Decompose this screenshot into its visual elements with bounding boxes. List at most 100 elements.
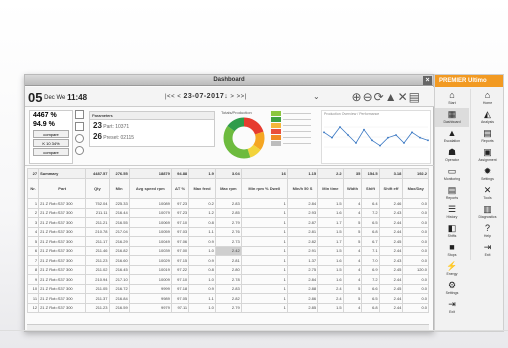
column-header[interactable]: Min: [108, 178, 130, 199]
table-row[interactable]: 11 21 Z Rot=S37 300 211.37 216.84 9989 97.05 1…: [26, 293, 429, 304]
table-cell: 2.85: [214, 207, 242, 218]
table-row[interactable]: 5 21 Z Rot=S37 300 211.17 216.29 10049 97.06 0…: [26, 236, 429, 247]
chevron-down-icon[interactable]: ⌄: [313, 92, 320, 101]
column-header[interactable]: Max feed: [188, 178, 216, 199]
table-row[interactable]: 3 21 Z Rot=S37 300 211.21 216.55 10069 97.10 0…: [26, 217, 429, 228]
table-cell: 21 Z Rot=S37 300: [38, 274, 87, 285]
panel-left-item[interactable]: ☰ History: [435, 203, 469, 222]
floor-line: [0, 330, 508, 331]
close-icon[interactable]: ×: [423, 76, 432, 85]
table-cell: 21 Z Rot=S37 300: [38, 236, 87, 247]
table-cell: 2.44: [378, 245, 404, 256]
panel-right-item[interactable]: ✕ Tools: [471, 184, 504, 203]
panel-left-item[interactable]: ⌂ Start: [435, 89, 469, 108]
panel-right-item[interactable]: ⇥ Exit: [471, 241, 504, 260]
panel-left-item[interactable]: ⇥ Exit: [435, 298, 469, 317]
series-point: [323, 131, 325, 134]
panel-left-item[interactable]: ▲ Escalation: [435, 127, 469, 146]
table-cell: 21 Z Rot=S37 300: [38, 293, 87, 304]
panel-right-item[interactable]: ▤ Reports: [471, 127, 504, 146]
column-header[interactable]: Min rpm % Dwell: [240, 178, 288, 199]
panel-right-label: Analysis: [480, 120, 495, 124]
panel-right-label: Diagnostics: [478, 215, 497, 219]
summary-cell: 2.2: [317, 168, 344, 179]
column-header[interactable]: Avg speed rpm: [128, 178, 172, 199]
table-row[interactable]: 1 21 Z Rot=S37 300 752.04 225.33 10089 97.23 0…: [26, 198, 429, 209]
series-point: [347, 134, 349, 136]
first-page-button[interactable]: |<<: [165, 94, 175, 100]
column-header[interactable]: Max rpm: [214, 178, 242, 199]
panel-right-item[interactable]: ▥ Diagnostics: [471, 203, 504, 222]
table-cell: 5: [342, 226, 363, 237]
panel-right-item[interactable]: ◭ Analysis: [471, 108, 504, 127]
panel-left-item[interactable]: ⚙ Settings: [435, 279, 469, 298]
table-row[interactable]: 9 21 Z Rot=S37 300 210.94 217.10 10009 97.10 1…: [26, 274, 429, 285]
right-side-panel: PREMIER Ultimo ⌂ Start ▦ Dashboard ▲ Escalati…: [434, 74, 504, 332]
table-row[interactable]: 12 21 Z Rot=S37 300 211.23 216.59 9979 97.11 1…: [26, 302, 429, 313]
table-row[interactable]: 6 21 Z Rot=S37 300 211.46 216.82 10039 97.00 1…: [26, 245, 429, 256]
table-cell: 4: [342, 255, 363, 266]
table-cell: 1: [240, 236, 288, 247]
summary-cell: 1.15: [286, 168, 319, 179]
stop-icon: ■: [449, 242, 455, 252]
table-cell: 0.0: [402, 207, 429, 218]
table-cell: 1.6: [317, 274, 344, 285]
column-header[interactable]: Part: [38, 178, 87, 199]
summary-cell: 276.55: [108, 168, 130, 179]
zoom-out-icon[interactable]: ⊖: [363, 90, 374, 104]
column-header[interactable]: Max/Day: [402, 178, 429, 199]
table-cell: 0.0: [402, 217, 429, 228]
tools-icon[interactable]: ✕: [398, 90, 409, 104]
panel-left-item[interactable]: ◧ Shifts: [435, 222, 469, 241]
last-page-button[interactable]: >>|: [237, 94, 247, 100]
panel-right-item[interactable]: ▣ Assignment: [471, 146, 504, 165]
refresh-icon[interactable]: ⟳: [374, 90, 385, 104]
checkbox[interactable]: [75, 146, 84, 155]
table-row[interactable]: 8 21 Z Rot=S37 300 211.02 216.45 10019 97.22 0…: [26, 264, 429, 275]
zoom-in-icon[interactable]: ⊕: [352, 90, 363, 104]
toolbar-icons: ⊕⊖⟳▲✕▤: [352, 90, 421, 104]
compare-button[interactable]: compare: [33, 130, 69, 138]
table-cell: 2.44: [378, 226, 404, 237]
panel-left-item[interactable]: ☗ Operator: [435, 146, 469, 165]
panel-left-item[interactable]: ▭ Monitoring: [435, 165, 469, 184]
panel-left-item[interactable]: ▦ Dashboard: [435, 108, 469, 127]
compare-button-2[interactable]: compare: [33, 148, 69, 156]
print-icon[interactable]: ▤: [409, 90, 421, 104]
table-row[interactable]: 4 21 Z Rot=S37 300 210.78 217.04 10059 97.03 1…: [26, 226, 429, 237]
panel-right-item[interactable]: ? Help: [471, 222, 504, 241]
table-row[interactable]: 7 21 Z Rot=S37 300 211.23 216.60 10029 97.15 0…: [26, 255, 429, 266]
column-header[interactable]: Shift: [361, 178, 380, 199]
table-cell: 752.04: [85, 198, 110, 209]
column-header[interactable]: Width: [342, 178, 363, 199]
checkbox[interactable]: [75, 122, 84, 131]
column-header[interactable]: Nr.: [26, 178, 40, 199]
filter-button[interactable]: K 10 34%: [33, 139, 69, 147]
next-button[interactable]: >: [230, 94, 234, 100]
table-cell: 4: [342, 198, 363, 209]
table-cell: 2.43: [378, 255, 404, 266]
table-cell: 1.5: [317, 264, 344, 275]
panel-left-item[interactable]: ▤ Reports: [435, 184, 469, 203]
table-cell: 2.93: [286, 207, 319, 218]
alert-icon[interactable]: ▲: [385, 90, 398, 104]
column-header[interactable]: ΔT %: [170, 178, 190, 199]
panel-left-item[interactable]: ■ Stops: [435, 241, 469, 260]
column-header[interactable]: Min/h 50 S: [286, 178, 319, 199]
panel-right-item[interactable]: ✹ Settings: [471, 165, 504, 184]
table-cell: 21 Z Rot=S37 300: [38, 283, 87, 294]
current-date[interactable]: 23-07-2017↓: [183, 93, 228, 100]
summary-cell: 35: [342, 168, 363, 179]
column-header[interactable]: Shift eff: [378, 178, 404, 199]
panel-right-item[interactable]: ⌂ Home: [471, 89, 504, 108]
panel-left-item[interactable]: ⚡ Energy: [435, 260, 469, 279]
column-header[interactable]: Qty: [85, 178, 110, 199]
table-cell: 97.00: [170, 245, 190, 256]
mountain-icon: ◭: [484, 109, 491, 119]
column-header[interactable]: Min time: [317, 178, 344, 199]
prev-button[interactable]: <: [177, 94, 181, 100]
table-row[interactable]: 10 21 Z Rot=S37 300 211.05 216.72 9999 97.18 0…: [26, 283, 429, 294]
checkbox[interactable]: [75, 110, 84, 119]
table-row[interactable]: 2 21 Z Rot=S37 300 211.11 216.44 10079 97.23 1…: [26, 207, 429, 218]
checkbox[interactable]: [75, 134, 84, 143]
